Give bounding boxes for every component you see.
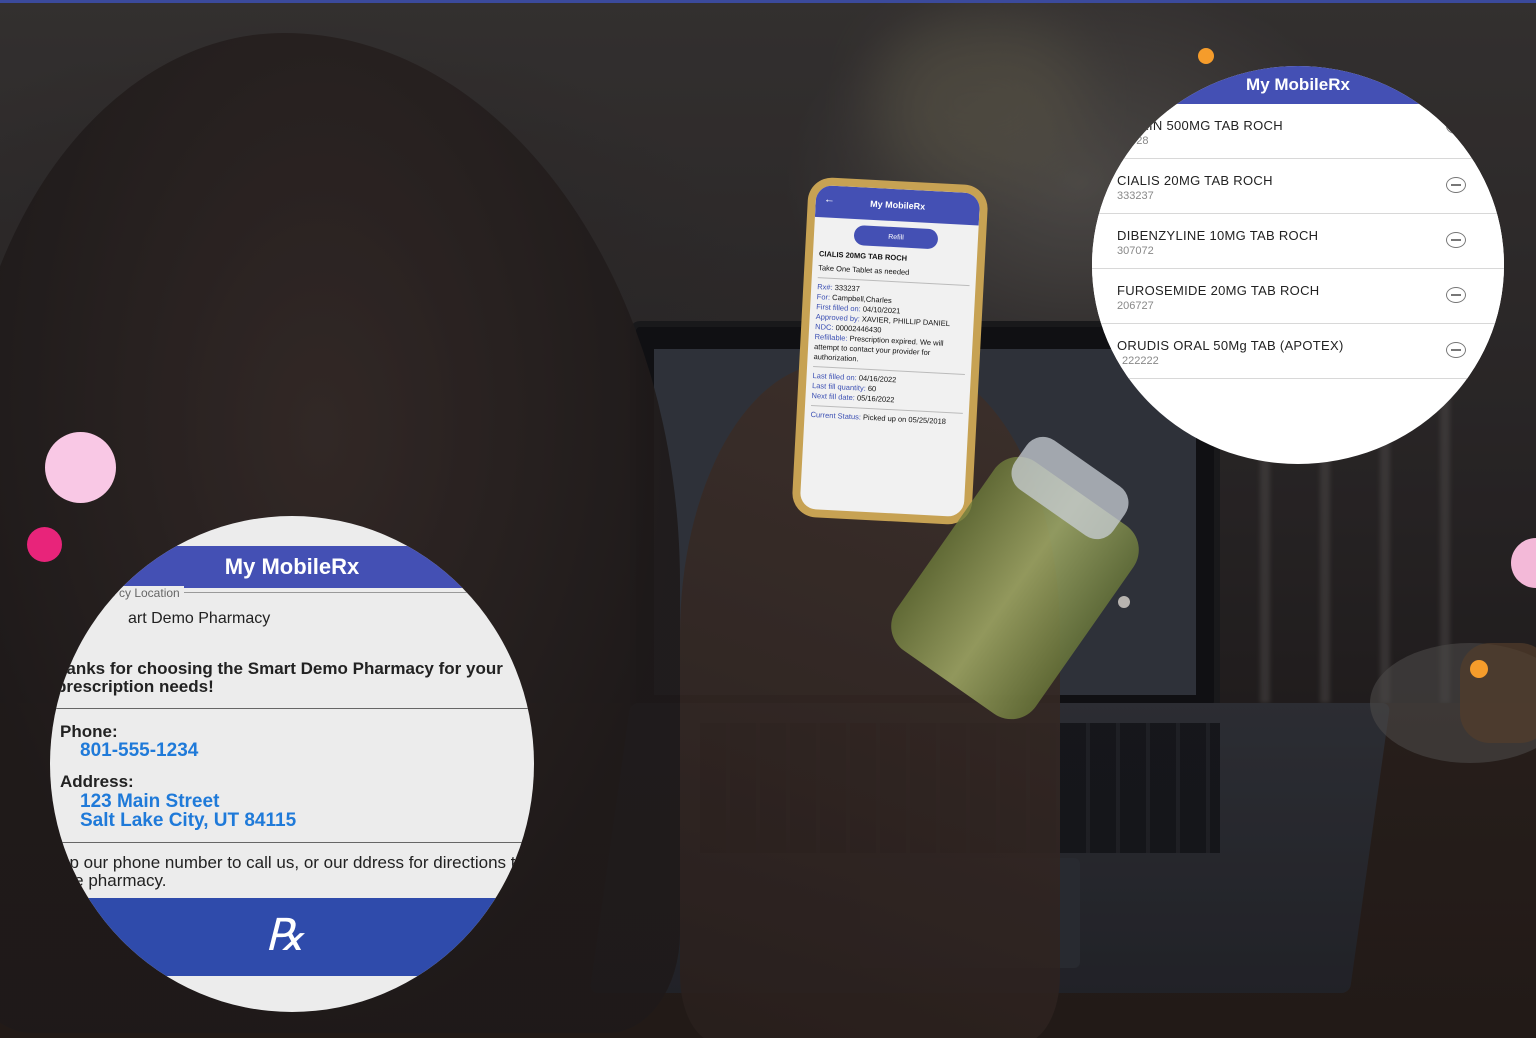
phone-label: Phone: [60,722,118,741]
med-number: 307072 [1117,245,1154,257]
tap-instructions: ap our phone number to call us, or our d… [60,853,525,890]
med-number: 206727 [1117,300,1154,312]
list-item[interactable]: FUROSEMIDE 20MG TAB ROCH 206727 [1092,269,1504,324]
pharmacy-app-header: My MobileRx [50,546,534,588]
remove-circle-icon[interactable] [1446,342,1466,358]
pharmacy-info-panel: My MobileRx cy Location art Demo Pharmac… [50,516,534,1012]
med-number: 333237 [1117,190,1154,202]
pharmacy-location-legend: cy Location [115,586,184,600]
med-number: 6728 [1124,135,1149,147]
decorative-dot [1198,48,1214,64]
current-status: Picked up on 05/25/2018 [862,412,947,427]
remove-circle-icon[interactable] [1446,177,1466,193]
med-name: XIN 500MG TAB ROCH [1140,118,1283,133]
medication-list: XIN 500MG TAB ROCH 6728 CIALIS 20MG TAB … [1092,104,1504,379]
address-line2-link[interactable]: Salt Lake City, UT 84115 [80,810,296,832]
remove-circle-icon[interactable] [1446,287,1466,303]
decorative-dot [1118,596,1130,608]
phone-screen: ← My MobileRx Refill CIALIS 20MG TAB ROC… [799,184,981,518]
decorative-dot [1470,660,1488,678]
med-name: CIALIS 20MG TAB ROCH [1117,173,1273,188]
list-item[interactable]: XIN 500MG TAB ROCH 6728 [1092,104,1504,159]
phone-app-header: ← My MobileRx [814,184,981,226]
prescription-details: CIALIS 20MG TAB ROCH Take One Tablet as … [804,247,977,430]
pharmacy-name[interactable]: art Demo Pharmacy [128,610,270,628]
decorative-dot [45,432,116,503]
remove-circle-icon[interactable] [1446,118,1466,134]
refill-button[interactable]: Refill [853,224,939,250]
medication-list-panel: My MobileRx XIN 500MG TAB ROCH 6728 CIAL… [1092,66,1504,464]
med-name: DIBENZYLINE 10MG TAB ROCH [1117,228,1319,243]
address-label: Address: [60,772,134,791]
rx-logo-icon: ℞ [265,910,305,961]
thanks-message: hanks for choosing the Smart Demo Pharma… [56,659,503,696]
phone-app-title: My MobileRx [869,198,926,212]
med-number: 222222 [1122,355,1159,367]
phone-mockup: ← My MobileRx Refill CIALIS 20MG TAB ROC… [791,176,989,526]
med-name: ORUDIS ORAL 50Mg TAB (APOTEX) [1117,338,1344,353]
list-item[interactable]: ORUDIS ORAL 50Mg TAB (APOTEX) 222222 [1092,324,1504,379]
med-name: FUROSEMIDE 20MG TAB ROCH [1117,283,1320,298]
list-item[interactable]: CIALIS 20MG TAB ROCH 333237 [1092,159,1504,214]
phone-link[interactable]: 801-555-1234 [80,740,198,762]
list-item[interactable]: DIBENZYLINE 10MG TAB ROCH 307072 [1092,214,1504,269]
remove-circle-icon[interactable] [1446,232,1466,248]
back-arrow-icon[interactable]: ← [824,193,836,206]
rx-number: 333237 [834,283,860,294]
medlist-app-header: My MobileRx [1092,66,1504,104]
